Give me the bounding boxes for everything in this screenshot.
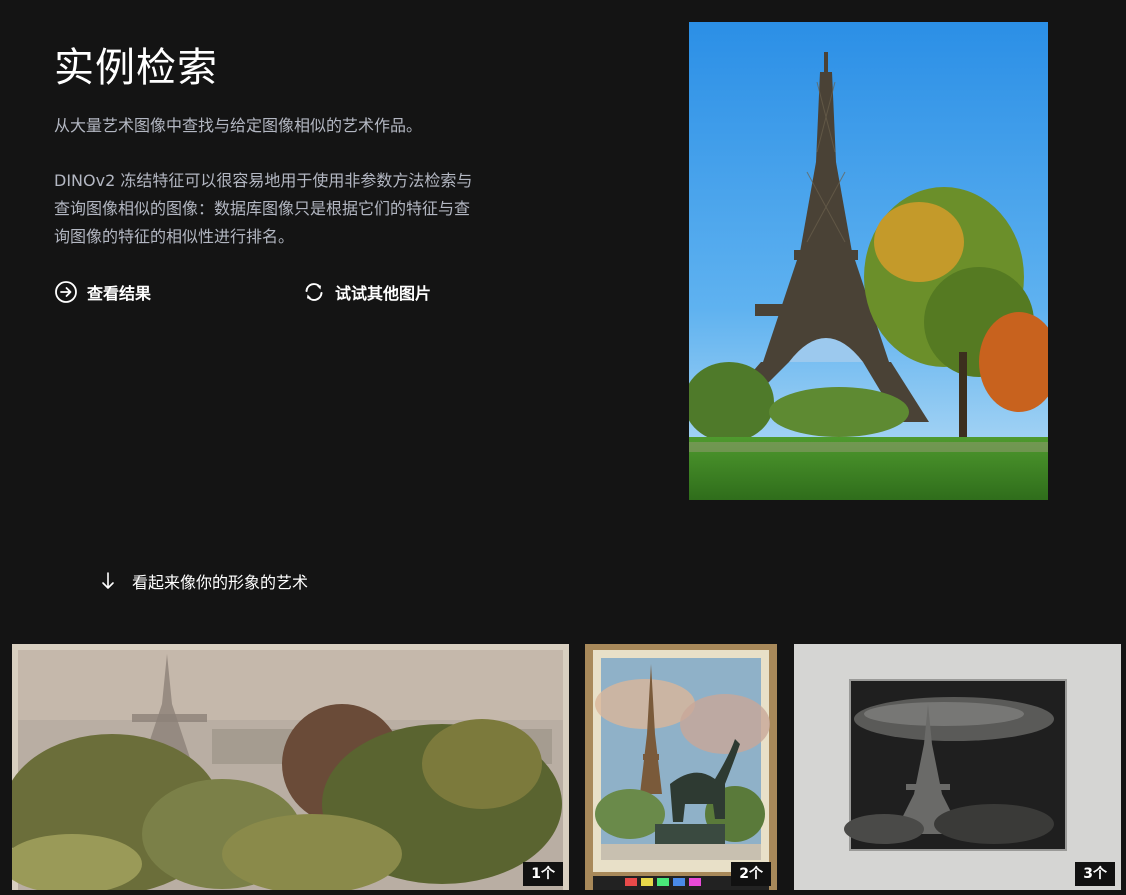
page-description: DINOv2 冻结特征可以很容易地用于使用非参数方法检索与查询图像相似的图像：数… [54,171,473,246]
results-section-header: 看起来像你的形象的艺术 [100,568,308,594]
view-results-label: 查看结果 [87,284,152,303]
result-image-3 [794,644,1121,890]
result-image-1 [12,644,569,890]
result-card-2[interactable]: 2个 [585,644,777,890]
refresh-icon [305,283,323,301]
try-other-image-button[interactable]: 试试其他图片 [302,278,431,306]
view-results-button[interactable]: 查看结果 [54,278,151,306]
result-rank-badge: 3个 [1075,862,1115,886]
result-card-3[interactable]: 3个 [794,644,1121,890]
result-image-2 [585,644,777,890]
results-section-label: 看起来像你的形象的艺术 [132,573,309,592]
page-subtitle: 从大量艺术图像中查找与给定图像相似的艺术作品。 [54,116,423,135]
page-title: 实例检索 [54,45,218,91]
try-other-label: 试试其他图片 [335,284,432,303]
result-card-1[interactable]: 1个 [12,644,569,890]
query-image [689,22,1048,500]
arrow-down-icon [102,572,114,589]
arrow-circle-right-icon [55,281,77,303]
result-rank-badge: 2个 [731,862,771,886]
result-rank-badge: 1个 [523,862,563,886]
